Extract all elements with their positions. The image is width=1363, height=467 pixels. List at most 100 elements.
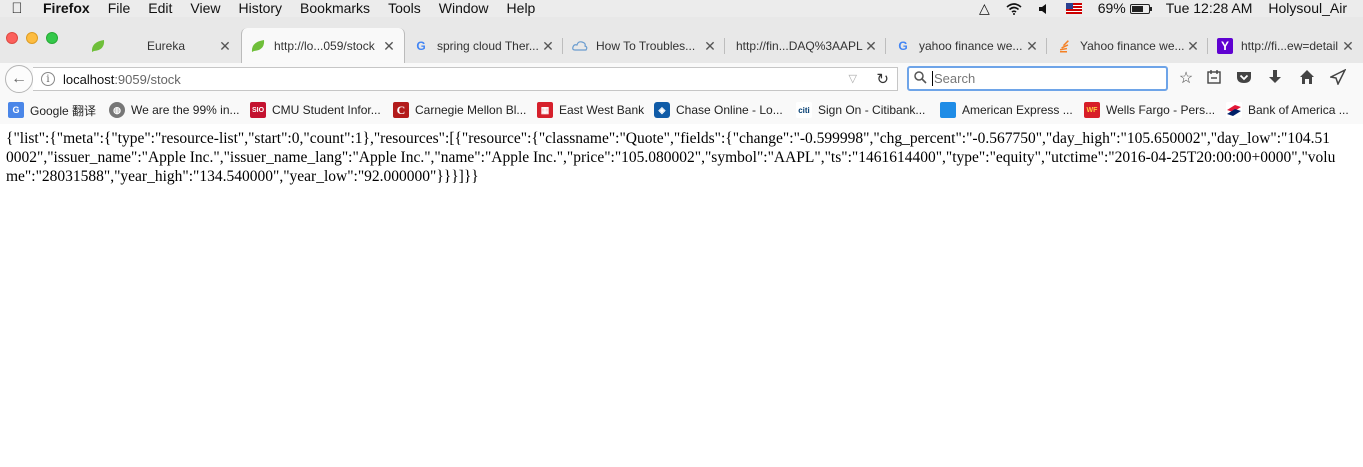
amex-icon: [940, 102, 956, 118]
bookmark-citibank[interactable]: citi Sign On - Citibank...: [796, 101, 925, 119]
home-icon[interactable]: [1297, 69, 1317, 89]
menu-window[interactable]: Window: [430, 0, 498, 17]
menu-file[interactable]: File: [99, 0, 140, 17]
site-info-icon[interactable]: i: [41, 72, 55, 86]
reading-list-icon[interactable]: [1204, 69, 1224, 89]
close-tab-icon[interactable]: ✕: [382, 38, 396, 55]
cloud-icon: [572, 38, 588, 54]
leaf-icon: [250, 38, 266, 54]
tab-label: Eureka: [146, 39, 186, 53]
url-dropdown-icon[interactable]: ▽: [849, 72, 857, 85]
citi-icon: citi: [796, 102, 812, 118]
close-tab-icon[interactable]: ✕: [864, 38, 878, 55]
search-box[interactable]: [907, 66, 1168, 91]
menu-edit[interactable]: Edit: [139, 0, 181, 17]
bookmark-99-percent[interactable]: ◍ We are the 99% in...: [109, 101, 240, 119]
bookmark-label: Wells Fargo - Pers...: [1106, 103, 1216, 117]
globe-icon: ◍: [109, 102, 125, 118]
bookmark-label: We are the 99% in...: [131, 103, 240, 117]
bookmarks-toolbar: G Google 翻译 ◍ We are the 99% in... SIO C…: [0, 95, 1363, 124]
url-path: :9059/stock: [114, 71, 181, 87]
tab-label: Yahoo finance we...: [1080, 39, 1185, 53]
menu-bookmarks[interactable]: Bookmarks: [291, 0, 379, 17]
clock[interactable]: Tue 12:28 AM: [1158, 0, 1261, 17]
download-icon[interactable]: [1265, 69, 1285, 89]
bookmark-star-icon[interactable]: ☆: [1176, 69, 1196, 89]
close-tab-icon[interactable]: ✕: [703, 38, 717, 55]
menu-view[interactable]: View: [181, 0, 229, 17]
close-tab-icon[interactable]: ✕: [218, 38, 232, 55]
bookmark-google-translate[interactable]: G Google 翻译: [8, 101, 96, 119]
user-name[interactable]: Holysoul_Air: [1260, 0, 1363, 17]
stackoverflow-icon: [1056, 38, 1072, 54]
tab-label: http://fin...DAQ%3AAPL: [736, 39, 863, 53]
cmu-icon: C: [393, 102, 409, 118]
reload-icon[interactable]: ↻: [876, 70, 889, 88]
bookmark-label: Bank of America ...: [1248, 103, 1349, 117]
wifi-icon[interactable]: [998, 2, 1030, 15]
bookmark-east-west-bank[interactable]: ▦ East West Bank: [537, 101, 644, 119]
yahoo-icon: Y: [1217, 38, 1233, 54]
tab-finance-nasdaq[interactable]: http://fin...DAQ%3AAPL ✕: [726, 29, 886, 63]
tab-spring-cloud[interactable]: G spring cloud Ther... ✕: [405, 29, 563, 63]
menu-help[interactable]: Help: [498, 0, 545, 17]
menu-bar:  Firefox File Edit View History Bookmar…: [0, 0, 1363, 17]
menu-history[interactable]: History: [229, 0, 291, 17]
chase-icon: ◈: [654, 102, 670, 118]
eastwest-icon: ▦: [537, 102, 553, 118]
bookmark-label: CMU Student Infor...: [272, 103, 381, 117]
google-icon: G: [416, 39, 426, 53]
tab-yahoo-finance-so[interactable]: Yahoo finance we... ✕: [1048, 29, 1208, 63]
volume-icon[interactable]: [1030, 3, 1058, 15]
bookmark-label: East West Bank: [559, 103, 645, 117]
tab-finance-detail[interactable]: Y http://fi...ew=detail ✕: [1209, 29, 1363, 63]
bookmark-label: Google 翻译: [30, 103, 97, 118]
battery-percent: 69%: [1097, 0, 1126, 16]
pocket-icon[interactable]: [1234, 69, 1254, 89]
search-input[interactable]: [932, 71, 1152, 86]
app-menu[interactable]: Firefox: [34, 0, 99, 17]
leaf-icon: [90, 38, 106, 54]
tab-label: http://fi...ew=detail: [1241, 39, 1339, 53]
close-tab-icon[interactable]: ✕: [1186, 38, 1200, 55]
tab-eureka[interactable]: Eureka ✕: [82, 29, 240, 63]
tab-yahoo-finance-google[interactable]: G yahoo finance we... ✕: [887, 29, 1047, 63]
bookmark-label: Carnegie Mellon Bl...: [415, 103, 527, 117]
sio-icon: SIO: [250, 102, 266, 118]
bookmark-cmu-blackboard[interactable]: C Carnegie Mellon Bl...: [393, 101, 526, 119]
close-tab-icon[interactable]: ✕: [1341, 38, 1355, 55]
back-button[interactable]: ←: [5, 65, 33, 93]
tab-label: http://lo...059/stock: [274, 39, 375, 53]
bookmark-bank-of-america[interactable]: Bank of America ...: [1226, 101, 1349, 119]
tab-stock-active[interactable]: http://lo...059/stock ✕: [241, 28, 405, 64]
json-response-text: {"list":{"meta":{"type":"resource-list",…: [6, 130, 1336, 185]
page-content: {"list":{"meta":{"type":"resource-list",…: [0, 125, 1363, 467]
bookmark-chase[interactable]: ◈ Chase Online - Lo...: [654, 101, 783, 119]
google-drive-icon[interactable]: △: [971, 0, 998, 17]
bookmark-wells-fargo[interactable]: WF Wells Fargo - Pers...: [1084, 101, 1215, 119]
tab-label: How To Troubles...: [596, 39, 696, 53]
bookmark-label: Sign On - Citibank...: [818, 103, 926, 117]
search-icon: [914, 70, 927, 87]
tab-strip: Eureka ✕ http://lo...059/stock ✕ G sprin…: [0, 28, 1363, 64]
battery-status[interactable]: 69%: [1090, 0, 1158, 17]
google-translate-icon: G: [8, 102, 24, 118]
bookmark-amex[interactable]: American Express ...: [940, 101, 1073, 119]
battery-icon: [1129, 3, 1152, 14]
boa-icon: [1226, 102, 1242, 118]
menu-tools[interactable]: Tools: [379, 0, 430, 17]
back-arrow-icon: ←: [11, 70, 27, 87]
tab-troubleshoot[interactable]: How To Troubles... ✕: [564, 29, 725, 63]
us-flag-icon[interactable]: [1058, 3, 1090, 14]
wellsfargo-icon: WF: [1084, 102, 1100, 118]
url-bar[interactable]: i localhost:9059/stock ▽ ↻: [33, 67, 898, 91]
close-tab-icon[interactable]: ✕: [541, 38, 555, 55]
send-tab-icon[interactable]: [1328, 68, 1348, 89]
google-icon: G: [898, 39, 908, 53]
navigation-toolbar: i localhost:9059/stock ▽ ↻ ← ☆: [0, 63, 1363, 95]
url-host: localhost: [63, 71, 115, 87]
apple-menu-icon[interactable]: : [0, 0, 34, 17]
close-tab-icon[interactable]: ✕: [1025, 38, 1039, 55]
bookmark-cmu-sio[interactable]: SIO CMU Student Infor...: [250, 101, 381, 119]
tab-label: yahoo finance we...: [919, 39, 1023, 53]
